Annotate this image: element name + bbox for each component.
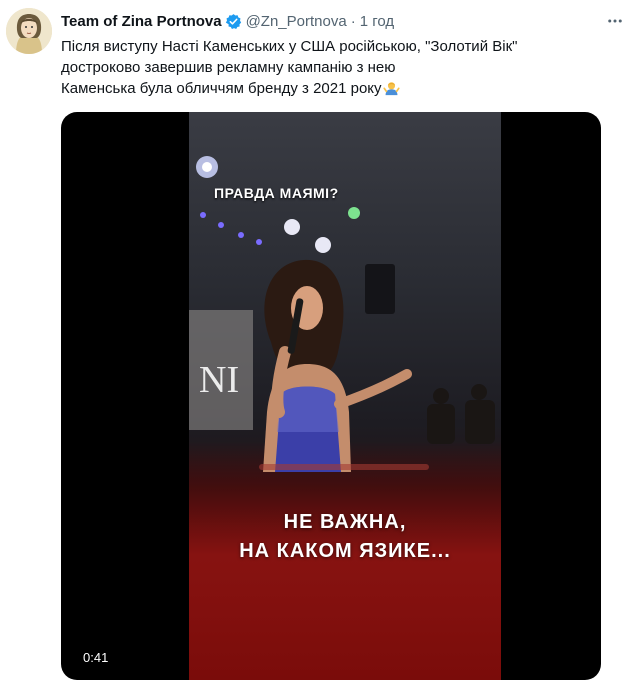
svg-text:NI: NI xyxy=(199,359,239,401)
tweet-text-line: достроково завершив рекламну кампанію з … xyxy=(61,59,396,76)
tweet-text-line: Каменська була обличчям бренду з 2021 ро… xyxy=(61,80,382,97)
video-subtitle-bottom: НЕ ВАЖНА, НА КАКОМ ЯЗИКЕ... xyxy=(189,508,501,566)
tweet-text-line-with-emoji: Каменська була обличчям бренду з 2021 ро… xyxy=(61,78,621,99)
video-subtitle-line: НА КАКОМ ЯЗИКЕ... xyxy=(239,540,451,562)
tweet-text-line: Після виступу Насті Каменських у США рос… xyxy=(61,38,518,55)
author-name[interactable]: Team of Zina Portnova xyxy=(61,13,222,30)
separator-dot: · xyxy=(350,12,356,30)
video-player[interactable]: NI ПРАВДА МАЯМІ? НЕ ВАЖНА, НА КАКОМ ЯЗИК… xyxy=(61,112,601,680)
video-frame[interactable]: NI ПРАВДА МАЯМІ? НЕ ВАЖНА, НА КАКОМ ЯЗИК… xyxy=(189,112,501,680)
more-options-icon[interactable] xyxy=(602,8,628,34)
tweet-header: Team of Zina Portnova @Zn_Portnova · 1 г… xyxy=(61,10,394,32)
avatar[interactable] xyxy=(6,8,52,54)
tweet[interactable]: Team of Zina Portnova @Zn_Portnova · 1 г… xyxy=(0,0,636,689)
author-handle[interactable]: @Zn_Portnova xyxy=(246,13,347,30)
video-subtitle-top: ПРАВДА МАЯМІ? xyxy=(214,185,339,201)
verified-badge-icon xyxy=(225,13,242,30)
video-duration: 0:41 xyxy=(83,650,109,665)
tweet-time[interactable]: 1 год xyxy=(360,13,394,30)
tweet-text: Після виступу Насті Каменських у США рос… xyxy=(61,36,621,99)
video-subtitle-line: НЕ ВАЖНА, xyxy=(283,511,407,533)
man-shrugging-emoji xyxy=(382,79,400,96)
